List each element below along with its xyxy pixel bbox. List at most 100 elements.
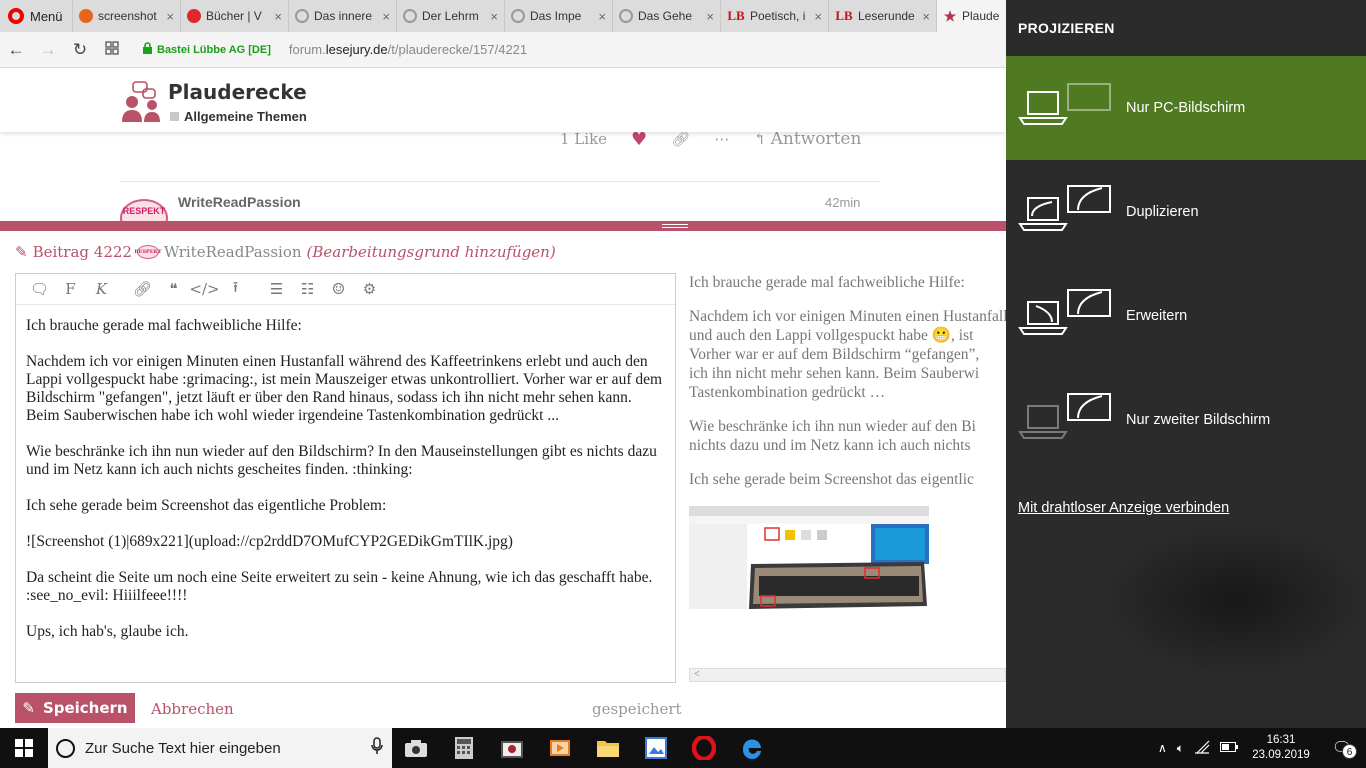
tab-close-icon[interactable]: × bbox=[706, 9, 714, 24]
browser-tab-strip: Menü screenshot × Bücher | V × Das inner… bbox=[0, 0, 1006, 32]
post-timestamp[interactable]: 42min bbox=[825, 195, 860, 210]
forum-header: Plauderecke Allgemeine Themen bbox=[0, 68, 1006, 132]
tab-close-icon[interactable]: × bbox=[814, 9, 822, 24]
edge-browser-icon[interactable] bbox=[728, 728, 776, 768]
scroll-left-icon[interactable]: < bbox=[694, 669, 700, 680]
screenshot-preview-image[interactable] bbox=[689, 506, 929, 609]
site-identity[interactable]: Bastei Lübbe AG [DE] bbox=[157, 44, 271, 56]
bold-button[interactable]: F bbox=[55, 277, 86, 301]
option-duplicate[interactable]: Duplizieren bbox=[1006, 160, 1366, 264]
quote-icon[interactable]: ❝ bbox=[158, 277, 189, 301]
tab-der-lehrm[interactable]: Der Lehrm × bbox=[396, 0, 504, 32]
drag-grip-icon[interactable] bbox=[662, 224, 688, 228]
action-center-button[interactable]: 🗨︎ 6 bbox=[1324, 738, 1360, 759]
reply-label: Antworten bbox=[770, 129, 862, 149]
reply-context: ✎ Beitrag 4222 RESPEKT WriteReadPassion … bbox=[15, 243, 556, 261]
url-prefix: forum. bbox=[288, 42, 326, 57]
url-host: lesejury.de bbox=[325, 42, 388, 57]
cancel-button[interactable]: Abbrechen bbox=[151, 700, 234, 718]
speech-bubble-icon[interactable]: 🗨︎ bbox=[24, 277, 55, 301]
option-label: Duplizieren bbox=[1126, 204, 1199, 220]
address-bar: ← → ↻ Bastei Lübbe AG [DE] forum.lesejur… bbox=[0, 32, 1006, 68]
reload-icon[interactable]: ↻ bbox=[64, 40, 96, 60]
preview-horizontal-scrollbar[interactable]: < bbox=[689, 668, 1006, 682]
edit-reason-link[interactable]: (Bearbeitungsgrund hinzufügen) bbox=[307, 243, 556, 261]
tab-das-gehe[interactable]: Das Gehe × bbox=[612, 0, 720, 32]
avatar[interactable]: RESPEKT bbox=[120, 198, 168, 222]
battery-icon[interactable] bbox=[1220, 741, 1238, 755]
volume-icon[interactable]: 🔈︎ bbox=[1177, 741, 1184, 756]
forum-logo-icon[interactable] bbox=[120, 80, 162, 122]
tab-close-icon[interactable]: × bbox=[598, 9, 606, 24]
loading-favicon-icon bbox=[403, 9, 417, 23]
tab-das-impe[interactable]: Das Impe × bbox=[504, 0, 612, 32]
tab-label: Das Gehe bbox=[638, 9, 693, 23]
gear-icon[interactable]: ⚙ bbox=[354, 277, 385, 301]
option-pc-screen-only[interactable]: Nur PC-Bildschirm bbox=[1006, 56, 1366, 160]
speed-dial-grid-icon[interactable] bbox=[96, 40, 128, 60]
file-explorer-icon[interactable] bbox=[584, 728, 632, 768]
post-reference[interactable]: Beitrag 4222 bbox=[33, 243, 132, 261]
numbered-list-icon[interactable]: ☷ bbox=[292, 277, 323, 301]
media-player-icon[interactable] bbox=[536, 728, 584, 768]
editor-textarea[interactable]: Ich brauche gerade mal fachweibliche Hil… bbox=[16, 305, 675, 641]
tab-label: Bücher | V bbox=[206, 9, 262, 23]
star-favicon-icon: ★ bbox=[943, 7, 957, 24]
photos-app-icon[interactable] bbox=[488, 728, 536, 768]
composer-resize-bar[interactable] bbox=[0, 221, 1006, 231]
preview-paragraph: Ich brauche gerade mal fachweibliche Hil… bbox=[689, 274, 965, 291]
paint-app-icon[interactable] bbox=[632, 728, 680, 768]
code-icon[interactable]: </> bbox=[189, 277, 220, 301]
editor-paragraph: Da scheint die Seite um noch eine Seite … bbox=[26, 569, 657, 604]
taskbar-clock[interactable]: 16:31 23.09.2019 bbox=[1248, 733, 1314, 763]
tab-close-icon[interactable]: × bbox=[490, 9, 498, 24]
post-author[interactable]: WriteReadPassion bbox=[178, 194, 301, 210]
option-second-screen-only[interactable]: Nur zweiter Bildschirm bbox=[1006, 368, 1366, 472]
back-arrow-icon[interactable]: ← bbox=[0, 40, 32, 60]
category-badge[interactable]: Allgemeine Themen bbox=[170, 109, 307, 124]
emoji-icon[interactable]: ☺ bbox=[323, 277, 354, 301]
tab-screenshot[interactable]: screenshot × bbox=[72, 0, 180, 32]
upload-icon[interactable]: ⭱ bbox=[220, 277, 251, 301]
save-status: gespeichert bbox=[592, 700, 682, 718]
tab-leserunde[interactable]: LB Leserunde × bbox=[828, 0, 936, 32]
tab-label: Das innere bbox=[314, 9, 373, 23]
editor-paragraph: Wie beschränke ich ihn nun wieder auf de… bbox=[26, 443, 661, 478]
url-field[interactable]: forum.lesejury.de/t/plauderecke/157/4221 bbox=[289, 42, 527, 57]
taskbar-search-input[interactable]: Zur Suche Text hier eingeben bbox=[48, 728, 392, 768]
preview-paragraph: Nachdem ich vor einigen Minuten einen Hu… bbox=[689, 308, 1006, 401]
secure-lock-icon[interactable] bbox=[142, 41, 153, 58]
more-dots-icon[interactable]: ⋯ bbox=[714, 130, 729, 148]
tab-das-innere[interactable]: Das innere × bbox=[288, 0, 396, 32]
tab-plauderecke[interactable]: ★ Plaudere bbox=[936, 0, 1006, 32]
connect-wireless-display-link[interactable]: Mit drahtloser Anzeige verbinden bbox=[1018, 500, 1229, 516]
tab-close-icon[interactable]: × bbox=[274, 9, 282, 24]
link-icon[interactable]: 🔗︎ bbox=[671, 130, 690, 148]
opera-menu-button[interactable]: Menü bbox=[0, 0, 72, 32]
tab-buecher[interactable]: Bücher | V × bbox=[180, 0, 288, 32]
forward-arrow-icon[interactable]: → bbox=[32, 40, 64, 60]
tab-close-icon[interactable]: × bbox=[166, 9, 174, 24]
lb-favicon-icon: LB bbox=[727, 8, 745, 23]
tab-poetisch[interactable]: LB Poetisch, i × bbox=[720, 0, 828, 32]
calculator-icon[interactable] bbox=[440, 728, 488, 768]
chevron-up-icon[interactable]: ∧ bbox=[1158, 741, 1167, 755]
editor-paragraph: Ups, ich hab's, glaube ich. bbox=[26, 623, 189, 640]
windows-start-icon[interactable] bbox=[0, 728, 48, 768]
tab-label: Der Lehrm bbox=[422, 9, 479, 23]
save-button[interactable]: ✎ Speichern bbox=[15, 693, 135, 723]
option-extend[interactable]: Erweitern bbox=[1006, 264, 1366, 368]
bullet-list-icon[interactable]: ☰ bbox=[261, 277, 292, 301]
microphone-icon[interactable] bbox=[362, 737, 392, 759]
reply-button[interactable]: ↰ Antworten bbox=[753, 129, 861, 149]
italic-button[interactable]: K bbox=[86, 277, 117, 301]
opera-browser-icon[interactable] bbox=[680, 728, 728, 768]
link-icon[interactable]: 🔗︎ bbox=[127, 277, 158, 301]
camera-app-icon[interactable] bbox=[392, 728, 440, 768]
tab-close-icon[interactable]: × bbox=[922, 9, 930, 24]
tab-close-icon[interactable]: × bbox=[382, 9, 390, 24]
extend-icon bbox=[1018, 289, 1111, 335]
like-count[interactable]: 1 Like bbox=[560, 130, 607, 148]
page-title[interactable]: Plauderecke bbox=[168, 80, 307, 104]
network-icon[interactable] bbox=[1194, 740, 1210, 757]
